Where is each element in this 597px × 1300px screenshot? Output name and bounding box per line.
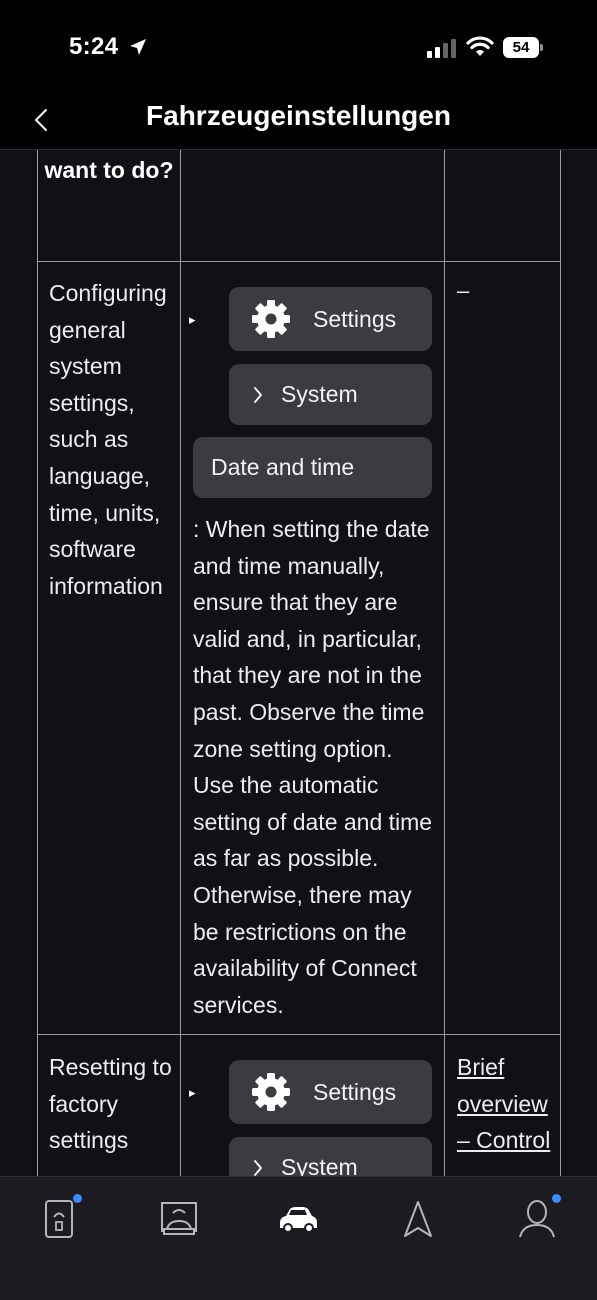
system-label: System — [281, 381, 358, 407]
navigation-icon — [404, 1201, 432, 1237]
tab-vehicle[interactable] — [268, 1195, 328, 1243]
table-row — [37, 261, 561, 262]
page-title: Fahrzeugeinstellungen — [146, 100, 451, 131]
navigation-bar: Fahrzeugeinstellungen — [0, 90, 597, 150]
date-and-time-label: Date and time — [211, 454, 355, 480]
reference-cell: – — [457, 278, 470, 303]
status-bar: 5:24 54 — [0, 0, 597, 90]
settings-label: Settings — [313, 305, 397, 332]
tab-bar — [0, 1176, 597, 1300]
brief-overview-link[interactable]: Brief overview – Control — [457, 1049, 557, 1159]
profile-icon — [519, 1200, 555, 1238]
settings-menu-button[interactable]: Settings — [229, 1060, 432, 1124]
settings-menu-button[interactable]: Settings — [229, 287, 432, 351]
notification-badge — [73, 1194, 82, 1203]
table-header-cell: want to do? — [44, 157, 174, 183]
chevron-right-icon — [254, 1159, 262, 1176]
task-cell: Configuring general system settings, suc… — [49, 280, 167, 599]
gear-icon — [252, 1073, 290, 1111]
table-row — [37, 1034, 561, 1035]
battery-indicator: 54 — [503, 37, 543, 58]
column-divider — [444, 150, 445, 1176]
settings-label: Settings — [313, 1078, 397, 1105]
date-and-time-menu-button[interactable]: Date and time — [193, 437, 432, 498]
battery-tip — [540, 44, 543, 51]
tab-navigation[interactable] — [388, 1195, 448, 1243]
system-menu-button[interactable]: System — [229, 1137, 432, 1176]
step-bullet: ▸ — [189, 1085, 196, 1100]
content-scroll-area[interactable]: want to do? Configuring general system s… — [0, 150, 597, 1176]
notification-badge — [552, 1194, 561, 1203]
note-text: : When setting the date and time manuall… — [193, 516, 433, 1018]
system-menu-button[interactable]: System — [229, 364, 432, 425]
cellular-signal-icon — [427, 39, 456, 58]
location-arrow-icon — [130, 39, 146, 55]
wifi-icon — [466, 36, 494, 56]
status-time: 5:24 — [69, 33, 119, 60]
car-service-icon — [161, 1202, 197, 1235]
tab-service[interactable] — [149, 1195, 209, 1243]
vehicle-key-icon — [45, 1200, 73, 1238]
battery-level: 54 — [512, 39, 530, 56]
gear-icon — [252, 300, 290, 338]
car-icon — [280, 1207, 317, 1233]
column-divider — [180, 150, 181, 1176]
chevron-right-icon — [254, 386, 262, 403]
system-label: System — [281, 1154, 358, 1176]
task-cell: Resetting to factory settings — [49, 1054, 172, 1154]
step-bullet: ▸ — [189, 312, 196, 327]
